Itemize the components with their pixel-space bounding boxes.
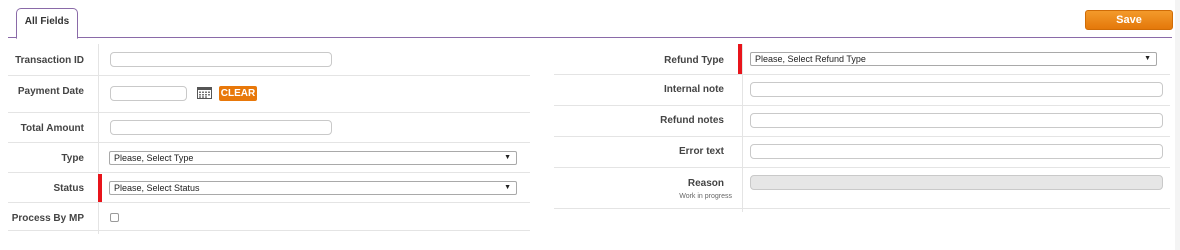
error-text-input[interactable]	[750, 144, 1163, 159]
refund-notes-input[interactable]	[750, 113, 1163, 128]
process-by-mp-checkbox[interactable]	[110, 213, 119, 222]
transaction-id-input[interactable]	[110, 52, 332, 67]
type-label: Type	[61, 153, 84, 164]
calendar-icon[interactable]	[197, 87, 212, 99]
payment-date-row: Payment Date CLEAR	[8, 76, 530, 113]
error-text-row: Error text	[554, 137, 1170, 168]
error-text-label: Error text	[678, 146, 724, 157]
clear-date-button[interactable]: CLEAR	[219, 86, 257, 101]
payment-date-label: Payment Date	[17, 86, 84, 97]
process-by-mp-label: Process By MP	[11, 213, 84, 224]
internal-note-input[interactable]	[750, 82, 1163, 97]
left-form: Transaction ID Payment Date CLEAR Total …	[8, 44, 530, 234]
dropdown-arrow-icon: ▼	[504, 154, 511, 161]
refund-type-label: Refund Type	[664, 55, 724, 66]
type-select[interactable]: Please, Select Type ▼	[109, 151, 517, 165]
save-button[interactable]: Save	[1085, 10, 1173, 30]
reason-label: Reason	[687, 178, 724, 189]
internal-note-row: Internal note	[554, 75, 1170, 106]
refund-notes-label: Refund notes	[660, 115, 724, 126]
total-amount-label: Total Amount	[20, 123, 84, 134]
dropdown-arrow-icon: ▼	[504, 184, 511, 191]
reason-sublabel: Work in progress	[679, 193, 732, 200]
tab-all-fields[interactable]: All Fields	[16, 8, 78, 39]
status-row: Status Please, Select Status ▼	[8, 173, 530, 203]
process-by-mp-row: Process By MP	[8, 203, 530, 231]
page-scrollbar[interactable]	[1175, 0, 1180, 250]
payment-date-input[interactable]	[110, 86, 187, 101]
transaction-id-label: Transaction ID	[15, 55, 84, 66]
transaction-id-row: Transaction ID	[8, 44, 530, 76]
type-select-value: Please, Select Type	[114, 153, 194, 163]
required-indicator	[98, 174, 102, 202]
reason-input	[750, 175, 1163, 190]
status-select[interactable]: Please, Select Status ▼	[109, 181, 517, 195]
total-amount-input[interactable]	[110, 120, 332, 135]
tab-bar: All Fields	[8, 8, 1172, 39]
refund-type-select-value: Please, Select Refund Type	[755, 54, 866, 64]
required-indicator	[738, 44, 742, 74]
reason-row: Reason Work in progress	[554, 168, 1170, 209]
right-form: Refund Type Please, Select Refund Type ▼…	[554, 44, 1170, 212]
refund-type-select[interactable]: Please, Select Refund Type ▼	[750, 52, 1157, 66]
dropdown-arrow-icon: ▼	[1144, 55, 1151, 62]
status-label: Status	[53, 183, 84, 194]
refund-type-row: Refund Type Please, Select Refund Type ▼	[554, 44, 1170, 75]
type-row: Type Please, Select Type ▼	[8, 143, 530, 173]
refund-notes-row: Refund notes	[554, 106, 1170, 137]
status-select-value: Please, Select Status	[114, 183, 200, 193]
internal-note-label: Internal note	[663, 84, 724, 95]
total-amount-row: Total Amount	[8, 113, 530, 143]
